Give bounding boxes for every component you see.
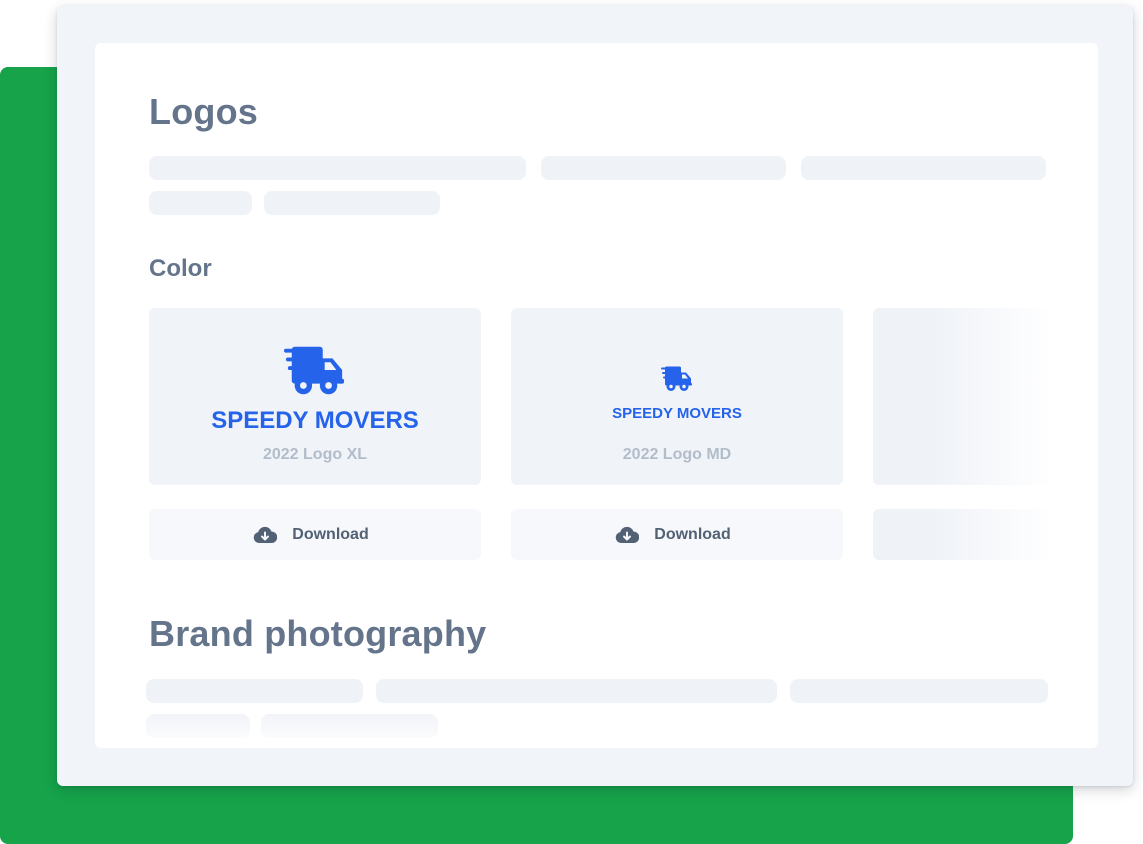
- text-placeholder: [801, 156, 1046, 180]
- logo-card-md: SPEEDY MOVERS 2022 Logo MD: [511, 308, 843, 485]
- download-button[interactable]: Download: [149, 509, 481, 560]
- content-panel: Logos Color SPEEDY MOVERS 2022 Logo XL S…: [95, 43, 1098, 748]
- text-placeholder: [146, 679, 363, 703]
- section-title-brand-photography: Brand photography: [149, 613, 487, 654]
- download-label: Download: [292, 525, 369, 543]
- text-placeholder: [264, 191, 440, 215]
- brand-name: SPEEDY MOVERS: [612, 405, 742, 422]
- logo-card-partial: [873, 308, 1063, 485]
- subsection-title-color: Color: [149, 255, 212, 282]
- download-button-partial: [873, 509, 1063, 560]
- brand-name: SPEEDY MOVERS: [211, 407, 419, 434]
- truck-icon: [284, 346, 345, 395]
- logo-caption: 2022 Logo XL: [262, 446, 368, 463]
- logo-card-xl: SPEEDY MOVERS 2022 Logo XL: [149, 308, 481, 485]
- text-placeholder: [149, 156, 526, 180]
- cloud-download-icon: [254, 526, 278, 543]
- download-button[interactable]: Download: [511, 509, 843, 560]
- text-placeholder: [541, 156, 786, 180]
- cloud-download-icon: [616, 526, 640, 543]
- bottom-fade-overlay: [95, 708, 1098, 748]
- text-placeholder: [790, 679, 1048, 703]
- page-title: Logos: [149, 91, 258, 132]
- logo-caption: 2022 Logo MD: [622, 446, 732, 463]
- text-placeholder: [149, 191, 252, 215]
- truck-icon: [661, 366, 692, 391]
- app-window: Logos Color SPEEDY MOVERS 2022 Logo XL S…: [57, 6, 1133, 786]
- text-placeholder: [376, 679, 777, 703]
- download-label: Download: [654, 525, 731, 543]
